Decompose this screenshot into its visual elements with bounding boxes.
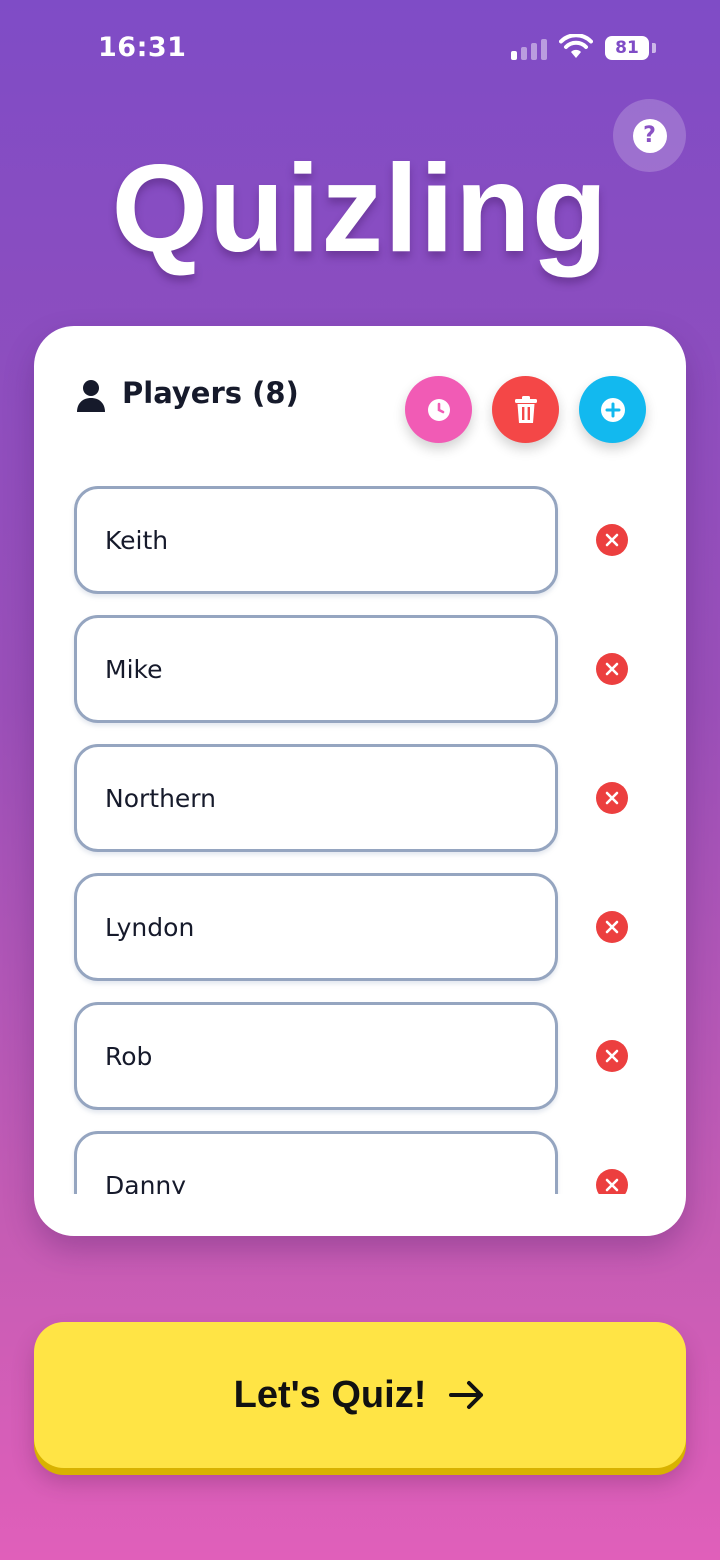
players-header: Players (8) bbox=[34, 326, 686, 466]
player-row bbox=[34, 873, 686, 981]
user-icon bbox=[77, 380, 105, 412]
player-name-input[interactable] bbox=[74, 873, 558, 981]
player-name-input[interactable] bbox=[74, 1131, 558, 1194]
trash-icon bbox=[514, 395, 537, 423]
players-list[interactable] bbox=[34, 486, 686, 1194]
clock-icon bbox=[427, 398, 450, 421]
remove-player-button[interactable] bbox=[596, 653, 628, 685]
player-row bbox=[34, 744, 686, 852]
player-name-input[interactable] bbox=[74, 615, 558, 723]
cellular-signal-icon bbox=[511, 38, 549, 60]
close-icon bbox=[605, 1049, 619, 1063]
remove-player-button[interactable] bbox=[596, 911, 628, 943]
player-row bbox=[34, 615, 686, 723]
player-row bbox=[34, 486, 686, 594]
remove-player-button[interactable] bbox=[596, 782, 628, 814]
clear-players-button[interactable] bbox=[492, 376, 559, 443]
close-icon bbox=[605, 920, 619, 934]
player-row bbox=[34, 1002, 686, 1110]
status-bar: 16:31 81 bbox=[0, 0, 720, 100]
arrow-right-icon bbox=[449, 1381, 484, 1409]
app-title: Quizling bbox=[111, 140, 609, 278]
lets-quiz-label: Let's Quiz! bbox=[233, 1373, 427, 1416]
battery-tip bbox=[652, 43, 656, 53]
close-icon bbox=[605, 662, 619, 676]
player-name-input[interactable] bbox=[74, 486, 558, 594]
remove-player-button[interactable] bbox=[596, 524, 628, 556]
wifi-icon bbox=[559, 34, 593, 58]
history-button[interactable] bbox=[405, 376, 472, 443]
battery-level: 81 bbox=[615, 38, 639, 58]
player-name-input[interactable] bbox=[74, 744, 558, 852]
plus-icon bbox=[600, 397, 625, 422]
remove-player-button[interactable] bbox=[596, 1169, 628, 1194]
close-icon bbox=[605, 533, 619, 547]
remove-player-button[interactable] bbox=[596, 1040, 628, 1072]
player-row bbox=[34, 1131, 686, 1194]
lets-quiz-button[interactable]: Let's Quiz! bbox=[34, 1322, 686, 1468]
close-icon bbox=[605, 791, 619, 805]
battery-icon: 81 bbox=[605, 36, 649, 60]
players-card: Players (8) bbox=[34, 326, 686, 1236]
status-time: 16:31 bbox=[98, 32, 187, 63]
players-title: Players (8) bbox=[122, 376, 299, 410]
close-icon bbox=[605, 1178, 619, 1192]
player-name-input[interactable] bbox=[74, 1002, 558, 1110]
add-player-button[interactable] bbox=[579, 376, 646, 443]
